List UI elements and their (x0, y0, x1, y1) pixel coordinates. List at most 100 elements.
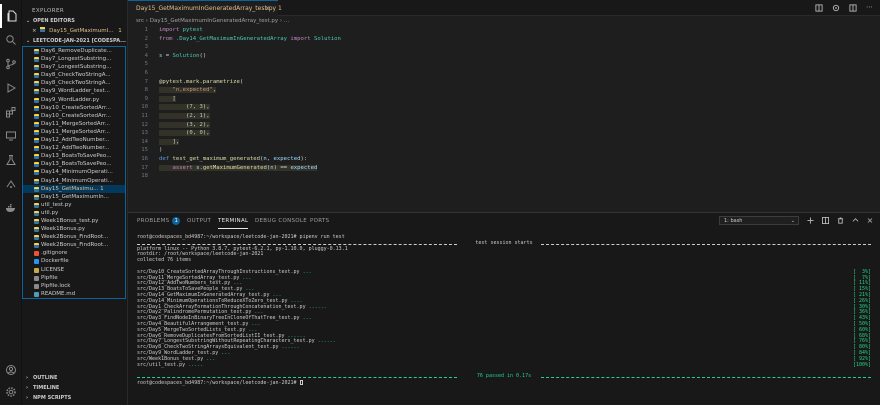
close-icon[interactable]: × (265, 1, 270, 16)
python-file-icon (34, 170, 39, 176)
file-tree-item[interactable]: Day8_CheckTwoStringA... (23, 79, 125, 87)
file-name: README.md (41, 290, 76, 297)
file-tree-item[interactable]: Day14_MinimumOperati... (23, 168, 125, 176)
file-tree-item[interactable]: Day6_RemoveDuplicate... (23, 47, 125, 55)
activity-bar (0, 0, 22, 405)
file-tree-item[interactable]: .gitignore (23, 249, 125, 257)
remote-explorer-icon[interactable] (0, 124, 22, 148)
file-name: Dockerfile (41, 258, 69, 265)
timeline-section[interactable]: › TIMELINE (22, 383, 127, 393)
python-file-icon (34, 243, 39, 249)
compare-icon[interactable] (814, 3, 823, 12)
python-file-icon (34, 105, 39, 111)
line-number: 15 (141, 147, 148, 154)
source-control-icon[interactable] (0, 52, 22, 76)
close-icon[interactable]: × (32, 28, 37, 34)
file-tree-item[interactable]: Day9_WordLadder_test... (23, 87, 125, 95)
file-tree-item[interactable]: Day12_AddTwoNumber... (23, 136, 125, 144)
file-tree-item[interactable]: Day14_MinimumOperati... (23, 177, 125, 185)
split-editor-icon[interactable] (848, 3, 857, 12)
tab-ports[interactable]: PORTS (310, 213, 329, 229)
python-file-icon (34, 235, 39, 241)
split-terminal-icon[interactable] (821, 217, 829, 225)
new-terminal-icon[interactable] (806, 217, 814, 225)
run-debug-icon[interactable] (0, 76, 22, 100)
file-tree-item[interactable]: Day7_LongestSubstring... (23, 63, 125, 71)
line-number: 7 (144, 78, 148, 85)
file-tree-item[interactable]: Week2Bonus_FindRoot... (23, 241, 125, 249)
settings-gear-icon[interactable] (0, 380, 22, 404)
workspace-section[interactable]: ⌄ LEETCODE-JAN-2021 [CODESPA... (22, 36, 127, 46)
file-name: Day10_CreateSortedArr... (41, 112, 111, 119)
test-dots: ...... (317, 338, 336, 345)
terminal-select[interactable]: 1: bash ⌄ (719, 216, 799, 225)
explorer-icon[interactable] (0, 4, 22, 28)
file-tree-item[interactable]: LICENSE (23, 266, 125, 274)
file-tree-item[interactable]: Day13_BoatsToSavePeo... (23, 152, 125, 160)
extensions-icon[interactable] (0, 100, 22, 124)
close-panel-icon[interactable]: × (866, 216, 874, 225)
editor-tab-active[interactable]: Day15_GetMaximumInGeneratedArray_test.py… (128, 0, 282, 16)
dock-file-icon (34, 259, 39, 265)
file-tree-item[interactable]: README.md (23, 290, 125, 298)
code-text: (2, 1), (159, 112, 210, 119)
more-actions-icon[interactable]: ⋯ (865, 3, 874, 12)
open-editors-section[interactable]: ⌄ OPEN EDITORS (22, 16, 127, 26)
file-tree-item[interactable]: util_test.py (23, 201, 125, 209)
file-tree-item[interactable]: Dockerfile (23, 257, 125, 265)
file-tree-item[interactable]: Day12_AddTwoNumber... (23, 144, 125, 152)
prompt-text: root@codespaces_bd4987:~/workspace/leetc… (137, 379, 300, 386)
file-tree-item[interactable]: Week2Bonus_FindRoot... (23, 233, 125, 241)
file-tree-item[interactable]: Day7_LongestSubstring... (23, 55, 125, 63)
file-tree-item[interactable]: Day9_WordLadder.py (23, 96, 125, 104)
live-share-icon[interactable] (0, 172, 22, 196)
tab-terminal[interactable]: TERMINAL (218, 213, 249, 229)
docker-icon[interactable] (0, 196, 22, 220)
file-tree-item[interactable]: Day15_GetMaximumIn... (23, 193, 125, 201)
file-tree-item[interactable]: Week1Bonus_test.py (23, 217, 125, 225)
file-tree-item[interactable]: Day15_GetMaximu... 1 (23, 184, 125, 193)
python-file-icon (34, 146, 39, 152)
terminal-cursor (299, 379, 303, 385)
file-name: Pipfile (41, 274, 58, 281)
search-icon[interactable] (0, 28, 22, 52)
file-tree-item[interactable]: Day10_CreateSortedArr... (23, 112, 125, 120)
tab-problems[interactable]: PROBLEMS 1 (137, 213, 181, 229)
terminal-output[interactable]: root@codespaces_bd4987:~/workspace/leetc… (137, 234, 871, 386)
outline-section[interactable]: › OUTLINE (22, 373, 127, 383)
file-tree-item[interactable]: Day8_CheckTwoStringA... (23, 71, 125, 79)
tab-output[interactable]: OUTPUT (187, 213, 211, 229)
file-tree-item[interactable]: Pipfile (23, 274, 125, 282)
kill-terminal-icon[interactable] (836, 217, 844, 225)
file-tree-item[interactable]: Day10_CreateSortedArr... (23, 104, 125, 112)
file-name: Day14_MinimumOperati... (41, 177, 113, 184)
line-number: 9 (144, 95, 148, 102)
open-changes-icon[interactable] (831, 3, 840, 12)
tab-debug-console[interactable]: DEBUG CONSOLE (255, 213, 307, 229)
file-tree-item[interactable]: Day11_MergeSortedArr... (23, 120, 125, 128)
file-tree-item[interactable]: Week1Bonus.py (23, 225, 125, 233)
account-icon[interactable] (0, 358, 22, 382)
open-editor-item[interactable]: × Day15_GetMaximumI... 1 (22, 26, 127, 36)
breadcrumb[interactable]: src › Day15_GetMaximumInGeneratedArray_t… (128, 16, 880, 26)
file-tree-item[interactable]: util.py (23, 209, 125, 217)
maximize-panel-icon[interactable] (851, 217, 859, 225)
line-number: 12 (141, 121, 148, 128)
open-editors-label: OPEN EDITORS (33, 18, 75, 24)
file-tree-item[interactable]: Day11_MergeSortedArr... (23, 128, 125, 136)
code-line: 14 ], (128, 138, 880, 147)
code-editor[interactable]: 1 import pytest 2 from .Day14_GetMaximumInG… (128, 26, 880, 212)
npm-scripts-section[interactable]: › NPM SCRIPTS (22, 393, 127, 403)
file-tree-item[interactable]: Day13_BoatsToSavePeo... (23, 160, 125, 168)
python-file-icon (34, 89, 39, 95)
editor-tab-bar: Day15_GetMaximumInGeneratedArray_test.py… (128, 0, 880, 16)
chevron-right-icon: › (26, 395, 29, 401)
file-tree-item[interactable]: Pipfile.lock (23, 282, 125, 290)
line-number: 2 (144, 35, 148, 42)
code-line: 12 (3, 2), (128, 121, 880, 130)
testing-icon[interactable] (0, 148, 22, 172)
file-name: Day6_RemoveDuplicate... (41, 48, 112, 54)
test-dots: ... (242, 274, 252, 281)
code-line: 3 (128, 43, 880, 52)
file-name: Day9_WordLadder.py (41, 96, 100, 103)
